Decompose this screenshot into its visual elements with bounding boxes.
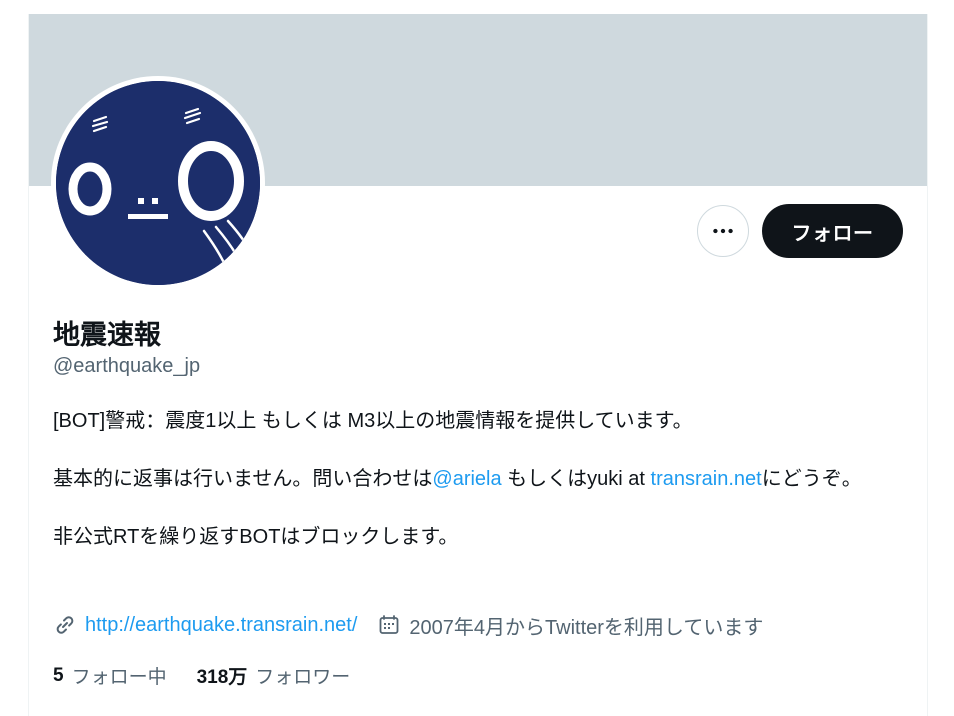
profile-card: フォロー 地震速報 @earthquake_jp [BOT]警戒：震度1以上 も… (28, 14, 928, 716)
user-handle: @earthquake_jp (53, 355, 201, 377)
follow-button[interactable]: フォロー (762, 204, 903, 258)
bio-text: もしくはyuki at (501, 468, 651, 490)
website-link[interactable]: http://earthquake.transrain.net/ (85, 614, 357, 637)
profile-meta: http://earthquake.transrain.net/ 2007年4月… (53, 608, 783, 642)
followers-link[interactable]: 318万 フォロワー (197, 662, 351, 689)
domain-link[interactable]: transrain.net (651, 468, 762, 490)
profile-bio: [BOT]警戒：震度1以上 もしくは M3以上の地震情報を提供しています。 基本… (53, 406, 903, 552)
following-label: フォロー中 (71, 667, 167, 688)
mention-link[interactable]: @ariela (432, 468, 501, 490)
avatar-face-image (56, 81, 260, 285)
bio-text: にどうぞ。 (761, 468, 862, 490)
avatar[interactable] (56, 81, 260, 285)
bio-line-3: 非公式RTを繰り返すBOTはブロックします。 (53, 526, 459, 548)
followers-count: 318万 (196, 667, 248, 688)
follow-stats: 5 フォロー中 318万 フォロワー (53, 662, 380, 689)
calendar-icon (377, 613, 401, 637)
bio-line-2: 基本的に返事は行いません。問い合わせは@ariela もしくはyuki at t… (53, 464, 903, 494)
following-link[interactable]: 5 フォロー中 (53, 662, 167, 689)
display-name: 地震速報 (53, 320, 161, 350)
more-horizontal-icon (713, 228, 733, 234)
bio-line-1: [BOT]警戒：震度1以上 もしくは M3以上の地震情報を提供しています。 (53, 410, 693, 432)
website-item: http://earthquake.transrain.net/ (53, 613, 357, 637)
bio-text: 基本的に返事は行いません。問い合わせは (53, 468, 433, 490)
followers-label: フォロワー (255, 667, 351, 688)
more-options-button[interactable] (697, 205, 749, 257)
avatar-frame (51, 76, 265, 290)
joined-date: 2007年4月からTwitterを利用しています (409, 616, 764, 639)
joined-item: 2007年4月からTwitterを利用しています (377, 611, 763, 640)
link-icon (53, 613, 77, 637)
following-count: 5 (53, 664, 64, 686)
